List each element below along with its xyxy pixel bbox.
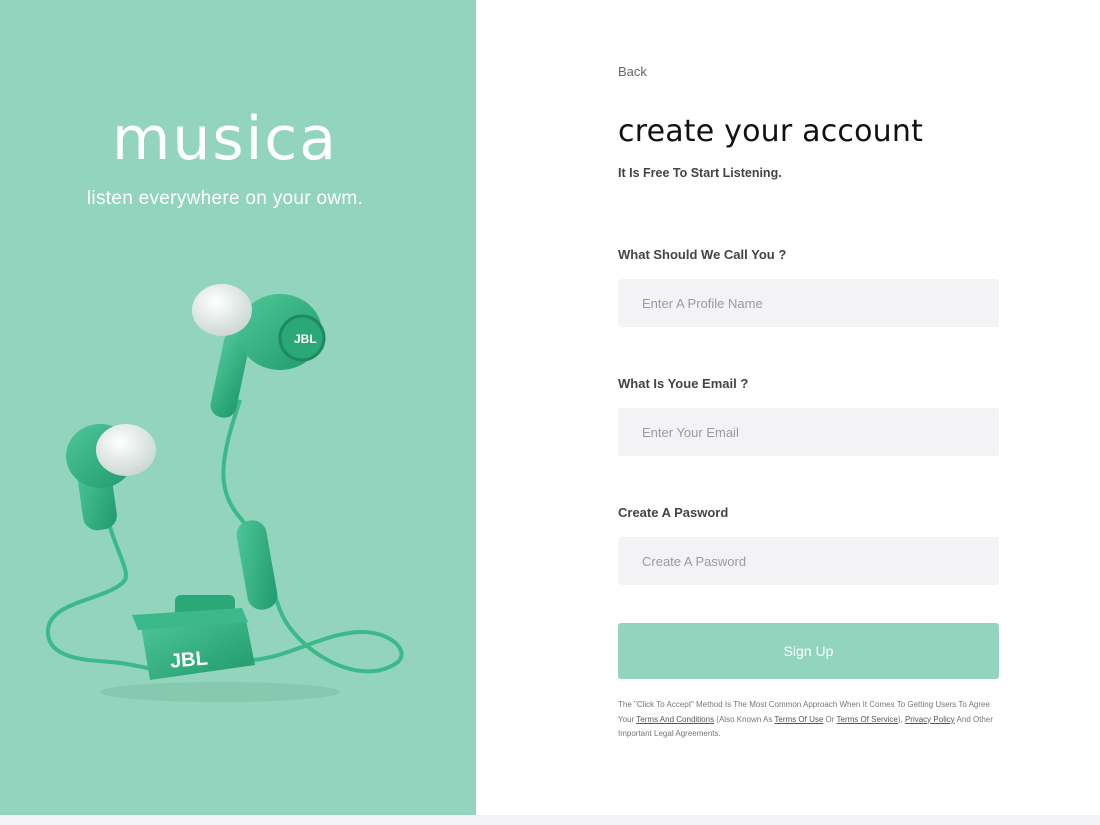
musica-logo: musica: [111, 104, 339, 174]
page-subtitle: It Is Free To Start Listening.: [618, 166, 782, 180]
brand-tagline: listen everywhere on your owm.: [86, 188, 364, 209]
svg-text:JBL: JBL: [169, 647, 209, 672]
password-input[interactable]: [618, 537, 999, 585]
email-label: What Is Youe Email ?: [618, 376, 749, 391]
legal-notice: The "Click To Accept" Method Is The Most…: [618, 698, 1003, 742]
legal-text: (Also Known As: [714, 714, 775, 724]
svg-text:JBL: JBL: [294, 332, 317, 346]
earbuds-illustration: JBL JBL: [45, 284, 404, 702]
sign-up-button[interactable]: Sign Up: [618, 623, 999, 679]
profile-name-label: What Should We Call You ?: [618, 247, 787, 262]
profile-name-input[interactable]: [618, 279, 999, 327]
terms-of-use-link[interactable]: Terms Of Use: [774, 715, 823, 724]
legal-text: Or: [823, 714, 837, 724]
back-link[interactable]: Back: [618, 64, 647, 79]
page-title: create your account: [618, 114, 924, 149]
brand-panel: musica listen everywhere on your owm. JB…: [0, 0, 476, 815]
signup-panel: Back create your account It Is Free To S…: [476, 0, 1100, 815]
email-input[interactable]: [618, 408, 999, 456]
terms-of-service-link[interactable]: Terms Of Service: [837, 715, 898, 724]
legal-text: ),: [897, 714, 905, 724]
terms-and-conditions-link[interactable]: Terms And Conditions: [636, 715, 714, 724]
privacy-policy-link[interactable]: Privacy Policy: [905, 715, 955, 724]
password-label: Create A Pasword: [618, 505, 729, 520]
